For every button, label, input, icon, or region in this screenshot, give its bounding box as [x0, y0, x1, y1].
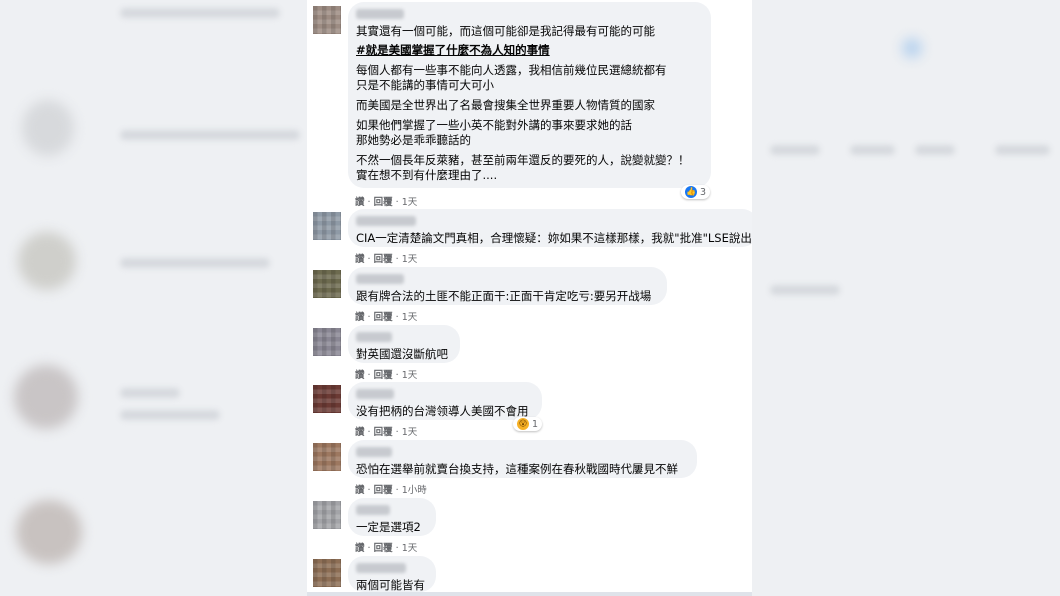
reply-link[interactable]: 回覆	[374, 485, 393, 496]
timestamp[interactable]: 1天	[402, 370, 418, 381]
reply-link[interactable]: 回覆	[374, 427, 393, 438]
separator: ·	[395, 254, 399, 265]
comment-bubble: 恐怕在選舉前就賣台換支持，這種案例在春秋戰國時代屢見不鮮	[348, 440, 697, 478]
like-link[interactable]: 讚	[355, 543, 365, 554]
avatar[interactable]	[313, 6, 341, 34]
commenter-name-blurred[interactable]	[356, 332, 392, 342]
comment-bubble: 對英國還沒斷航吧	[348, 325, 460, 363]
comment-text: 没有把柄的台灣领導人美國不會用	[356, 404, 529, 418]
commenter-name-blurred[interactable]	[356, 447, 392, 457]
like-link[interactable]: 讚	[355, 485, 365, 496]
reaction-count: 3	[700, 186, 707, 198]
like-link[interactable]: 讚	[355, 254, 365, 265]
comment-text-line: 不然一個長年反萊豬，甚至前兩年還反的要死的人，說變就變？！	[356, 153, 690, 167]
like-link[interactable]: 讚	[355, 197, 365, 208]
reply-link[interactable]: 回覆	[374, 254, 393, 265]
comment-bubble: 其實還有一個可能，而這個可能卻是我記得最有可能的可能 #就是美國掌握了什麼不為人…	[348, 2, 711, 188]
timestamp[interactable]: 1天	[402, 254, 418, 265]
separator: ·	[367, 543, 371, 554]
comment-text-line: 實在想不到有什麼理由了....	[356, 168, 498, 182]
comment-text: 一定是選項2	[356, 520, 421, 534]
avatar[interactable]	[313, 443, 341, 471]
separator: ·	[395, 543, 399, 554]
separator: ·	[367, 312, 371, 323]
separator: ·	[367, 485, 371, 496]
separator: ·	[367, 370, 371, 381]
comment-actions: 讚 · 回覆 · 1天	[355, 309, 417, 323]
comment-bubble: 一定是選項2	[348, 498, 436, 536]
separator: ·	[395, 427, 399, 438]
comment-text-line: 如果他們掌握了一些小英不能對外講的事來要求她的話	[356, 118, 632, 132]
commenter-name-blurred[interactable]	[356, 9, 404, 19]
comment-actions: 讚 · 回覆 · 1小時	[355, 482, 427, 496]
comment-bubble: CIA一定清楚論文門真相，合理懷疑：妳如果不這樣那樣，我就"批准"LSE說出	[348, 209, 752, 247]
comment-text: 兩個可能皆有	[356, 578, 425, 592]
reply-link[interactable]: 回覆	[374, 197, 393, 208]
timestamp[interactable]: 1天	[402, 197, 418, 208]
commenter-name-blurred[interactable]	[356, 216, 416, 226]
comment-text-line: 其實還有一個可能，而這個可能卻是我記得最有可能的可能	[356, 24, 655, 38]
comment-text-line: 只是不能講的事情可大可小	[356, 78, 494, 92]
separator: ·	[395, 485, 399, 496]
comment-actions: 讚 · 回覆 · 1天	[355, 251, 417, 265]
reaction-badge[interactable]: 😮 1	[513, 417, 543, 431]
timestamp[interactable]: 1天	[402, 427, 418, 438]
avatar[interactable]	[313, 559, 341, 587]
comment-text-line: 每個人都有一些事不能向人透露，我相信前幾位民選總統都有	[356, 63, 667, 77]
commenter-name-blurred[interactable]	[356, 389, 394, 399]
like-link[interactable]: 讚	[355, 312, 365, 323]
separator: ·	[395, 312, 399, 323]
timestamp[interactable]: 1小時	[402, 485, 427, 496]
reply-link[interactable]: 回覆	[374, 370, 393, 381]
comment-text: 跟有牌合法的土匪不能正面干:正面干肯定吃亏:要另开战場	[356, 289, 652, 303]
separator: ·	[367, 197, 371, 208]
comment-text-line: 那她勢必是乖乖聽話的	[356, 133, 471, 147]
comment-text: CIA一定清楚論文門真相，合理懷疑：妳如果不這樣那樣，我就"批准"LSE說出	[356, 231, 752, 245]
reaction-badge[interactable]: 👍 3	[681, 185, 711, 199]
comment-text: 恐怕在選舉前就賣台換支持，這種案例在春秋戰國時代屢見不鮮	[356, 462, 678, 476]
comment-bubble: 跟有牌合法的土匪不能正面干:正面干肯定吃亏:要另开战場	[348, 267, 667, 305]
comment-panel: 其實還有一個可能，而這個可能卻是我記得最有可能的可能 #就是美國掌握了什麼不為人…	[307, 0, 752, 596]
separator: ·	[367, 427, 371, 438]
separator: ·	[367, 254, 371, 265]
reply-link[interactable]: 回覆	[374, 312, 393, 323]
comment-actions: 讚 · 回覆 · 1天	[355, 194, 417, 208]
separator: ·	[395, 197, 399, 208]
like-link[interactable]: 讚	[355, 370, 365, 381]
avatar[interactable]	[313, 385, 341, 413]
commenter-name-blurred[interactable]	[356, 274, 404, 284]
commenter-name-blurred[interactable]	[356, 563, 406, 573]
reaction-count: 1	[532, 418, 539, 430]
avatar[interactable]	[313, 501, 341, 529]
reply-link[interactable]: 回覆	[374, 543, 393, 554]
comment-bubble: 没有把柄的台灣领導人美國不會用	[348, 382, 542, 420]
timestamp[interactable]: 1天	[402, 312, 418, 323]
avatar[interactable]	[313, 328, 341, 356]
comment-text-line: 而美國是全世界出了名最會搜集全世界重要人物情質的國家	[356, 98, 655, 112]
comment-text: 對英國還沒斷航吧	[356, 347, 448, 361]
comment-actions: 讚 · 回覆 · 1天	[355, 540, 417, 554]
comment-actions: 讚 · 回覆 · 1天	[355, 424, 417, 438]
scroll-edge	[307, 592, 752, 596]
comment-bubble: 兩個可能皆有	[348, 556, 436, 592]
timestamp[interactable]: 1天	[402, 543, 418, 554]
commenter-name-blurred[interactable]	[356, 505, 390, 515]
thumbs-up-icon: 👍	[685, 186, 697, 198]
separator: ·	[395, 370, 399, 381]
avatar[interactable]	[313, 212, 341, 240]
avatar[interactable]	[313, 270, 341, 298]
wow-face-icon: 😮	[517, 418, 529, 430]
comment-actions: 讚 · 回覆 · 1天	[355, 367, 417, 381]
like-link[interactable]: 讚	[355, 427, 365, 438]
comment-hashtag-link[interactable]: #就是美國掌握了什麼不為人知的事情	[356, 43, 699, 58]
